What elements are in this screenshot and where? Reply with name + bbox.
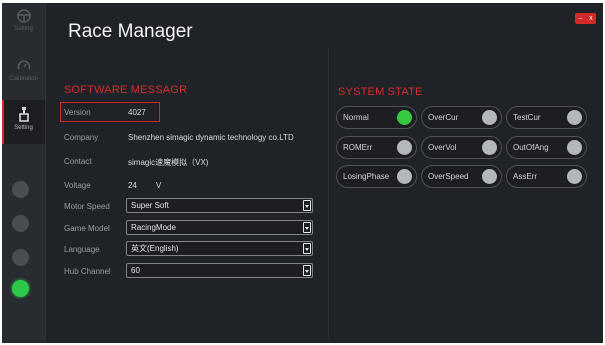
contact-label: Contact (64, 157, 92, 166)
game-model-selected: RacingMode (131, 223, 176, 232)
game-model-label: Game Model (64, 224, 110, 233)
voltage-value: 24 (128, 181, 137, 190)
company-label: Company (64, 133, 99, 142)
close-button[interactable]: x (589, 13, 593, 24)
motor-speed-selected: Super Soft (131, 201, 169, 210)
gauge-icon (17, 60, 30, 70)
version-value: 4027 (128, 108, 146, 117)
sidebar-item-calibration[interactable]: Calibration (2, 53, 45, 97)
page-title: Race Manager (68, 21, 193, 42)
state-overvol: OverVol (421, 136, 502, 159)
state-label: OverCur (428, 113, 459, 122)
language-label: Language (64, 245, 100, 254)
system-state-title: SYSTEM STATE (338, 86, 423, 98)
state-label: TestCur (513, 113, 541, 122)
status-led (397, 169, 412, 184)
hub-channel-selected: 60 (131, 266, 140, 275)
status-led (12, 215, 29, 232)
status-led (397, 140, 412, 155)
panel-divider (328, 48, 329, 342)
chevron-down-icon[interactable] (303, 222, 311, 233)
state-label: Normal (343, 113, 369, 122)
status-led (567, 110, 582, 125)
status-led (567, 140, 582, 155)
state-overcur: OverCur (421, 106, 502, 129)
status-led-active (12, 280, 29, 297)
version-label: Version (64, 108, 91, 117)
sidebar-item-label: Setting (14, 125, 33, 131)
motor-speed-label: Motor Speed (64, 202, 110, 211)
state-asserr: AssErr (506, 165, 587, 188)
status-led (12, 181, 29, 198)
language-select[interactable]: 英文(English) (126, 241, 313, 256)
minimize-button[interactable]: – (578, 13, 582, 24)
status-led (12, 249, 29, 266)
sidebar-item-label: Setting (14, 26, 33, 32)
window-controls: – x (575, 13, 596, 24)
status-led (567, 169, 582, 184)
contact-value: simagic速魔模拟（VX) (128, 158, 209, 167)
chevron-down-icon[interactable] (303, 243, 311, 254)
state-label: OverSpeed (428, 172, 469, 181)
steering-wheel-icon (16, 9, 31, 23)
state-normal: Normal (336, 106, 417, 129)
motor-speed-select[interactable]: Super Soft (126, 198, 313, 213)
voltage-label: Voltage (64, 181, 91, 190)
company-value: Shenzhen simagic dynamic technology co.L… (128, 133, 294, 142)
game-model-select[interactable]: RacingMode (126, 220, 313, 235)
state-label: ROMErr (343, 143, 373, 152)
software-message-title: SOFTWARE MESSAGR (64, 84, 188, 96)
status-led (482, 169, 497, 184)
state-outofang: OutOfAng (506, 136, 587, 159)
hub-channel-label: Hub Channel (64, 267, 111, 276)
app-window: Setting Calibration Setting Race Manager… (2, 3, 603, 343)
state-label: AssErr (513, 172, 537, 181)
state-label: OverVol (428, 143, 457, 152)
state-overspeed: OverSpeed (421, 165, 502, 188)
sidebar: Setting Calibration Setting (2, 3, 46, 343)
chevron-down-icon[interactable] (303, 265, 311, 276)
state-testcur: TestCur (506, 106, 587, 129)
language-selected: 英文(English) (131, 244, 179, 253)
sidebar-item-label: Calibration (9, 76, 38, 82)
sidebar-item-setting-wheel[interactable]: Setting (2, 3, 45, 47)
status-led-ok (397, 110, 412, 125)
status-led (482, 140, 497, 155)
state-romerr: ROMErr (336, 136, 417, 159)
state-label: OutOfAng (513, 143, 549, 152)
state-losingphase: LosingPhase (336, 165, 417, 188)
state-label: LosingPhase (343, 172, 390, 181)
hub-channel-select[interactable]: 60 (126, 263, 313, 278)
sidebar-item-setting[interactable]: Setting (2, 100, 45, 144)
chevron-down-icon[interactable] (303, 200, 311, 211)
voltage-unit: V (156, 181, 162, 190)
settings-tool-icon (18, 107, 29, 122)
status-led (482, 110, 497, 125)
